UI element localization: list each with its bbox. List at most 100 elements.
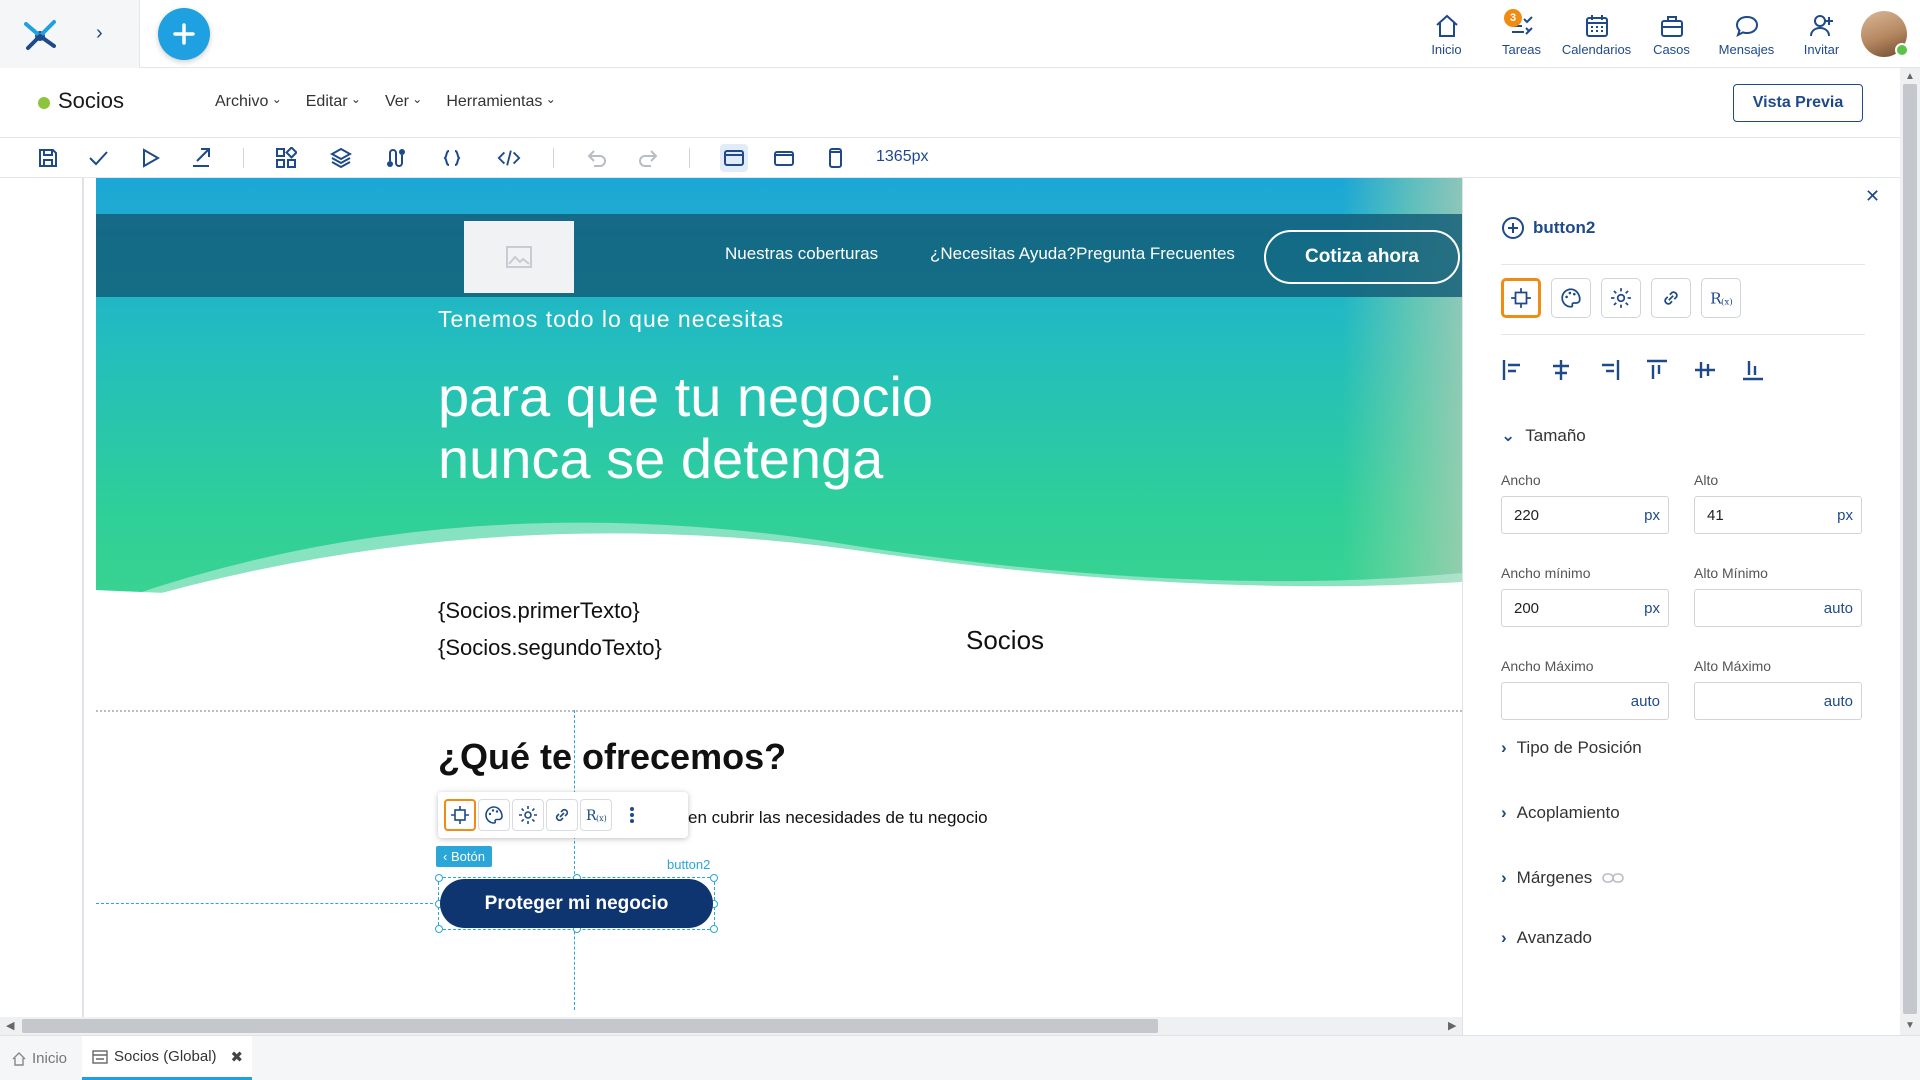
app-logo-icon[interactable] bbox=[18, 14, 58, 59]
settings-icon[interactable] bbox=[512, 799, 544, 831]
rules-icon[interactable]: R (x) bbox=[580, 799, 612, 831]
export-icon[interactable] bbox=[189, 146, 213, 170]
align-left-icon[interactable] bbox=[1501, 358, 1525, 382]
menu-herramientas[interactable]: Herramientas bbox=[446, 93, 555, 111]
unit-selector[interactable]: px bbox=[1644, 507, 1660, 524]
redo-icon[interactable] bbox=[636, 146, 660, 170]
scrollbar-thumb[interactable] bbox=[22, 1019, 1158, 1033]
offer-title[interactable]: ¿Qué te ofrecemos? bbox=[438, 736, 786, 778]
play-icon[interactable] bbox=[138, 146, 162, 170]
section-tamano[interactable]: ⌄ Tamaño bbox=[1501, 426, 1586, 446]
layers-icon[interactable] bbox=[329, 146, 353, 170]
scroll-right-icon[interactable]: ▶ bbox=[1448, 1019, 1456, 1032]
field-primer-texto[interactable]: {Socios.primerTexto} bbox=[438, 592, 662, 629]
tab-inicio[interactable]: Inicio bbox=[12, 1036, 78, 1080]
unit-selector[interactable]: px bbox=[1837, 507, 1853, 524]
alignment-guide-horizontal bbox=[96, 903, 438, 904]
nav-link-ayuda[interactable]: ¿Necesitas Ayuda?Pregunta Frecuentes bbox=[930, 244, 1235, 264]
save-icon[interactable] bbox=[36, 146, 60, 170]
bound-text-fields[interactable]: {Socios.primerTexto} {Socios.segundoText… bbox=[438, 592, 662, 666]
site-header[interactable]: Nuestras coberturas ¿Necesitas Ayuda?Pre… bbox=[96, 214, 1462, 297]
hero-section[interactable]: Nuestras coberturas ¿Necesitas Ayuda?Pre… bbox=[96, 178, 1462, 618]
tab-link[interactable] bbox=[1651, 278, 1691, 318]
expand-chevron-icon[interactable]: › bbox=[96, 22, 103, 45]
avatar[interactable] bbox=[1861, 11, 1909, 57]
parent-breadcrumb-tag[interactable]: ‹ Botón bbox=[436, 846, 492, 867]
design-canvas[interactable]: Nuestras coberturas ¿Necesitas Ayuda?Pre… bbox=[0, 178, 1462, 1017]
tab-settings[interactable] bbox=[1601, 278, 1641, 318]
menu-editar[interactable]: Editar bbox=[306, 93, 361, 111]
vertical-scrollbar[interactable]: ▲ ▼ bbox=[1900, 68, 1920, 1035]
svg-text:(x): (x) bbox=[1721, 297, 1733, 308]
section-tipo-posicion[interactable]: › Tipo de Posición bbox=[1501, 738, 1642, 758]
scroll-left-icon[interactable]: ◀ bbox=[6, 1019, 14, 1032]
menu-ver[interactable]: Ver bbox=[385, 93, 422, 111]
align-top-icon[interactable] bbox=[1645, 358, 1669, 382]
section-avanzado[interactable]: › Avanzado bbox=[1501, 928, 1592, 948]
braces-icon[interactable] bbox=[440, 146, 464, 170]
undo-icon[interactable] bbox=[585, 146, 609, 170]
unit-selector[interactable]: px bbox=[1644, 600, 1660, 617]
close-tab-icon[interactable]: ✖ bbox=[231, 1048, 244, 1066]
socios-label[interactable]: Socios bbox=[966, 625, 1044, 656]
palette-icon[interactable] bbox=[478, 799, 510, 831]
scrollbar-thumb[interactable] bbox=[1903, 84, 1917, 1014]
tab-style[interactable] bbox=[1551, 278, 1591, 318]
offer-text[interactable]: en cubrir las necesidades de tu negocio bbox=[688, 808, 988, 828]
close-icon[interactable]: ✕ bbox=[1865, 186, 1880, 207]
tab-socios-global[interactable]: Socios (Global) ✖ bbox=[82, 1036, 252, 1080]
nav-calendarios[interactable]: Calendarios bbox=[1559, 0, 1634, 68]
link-icon[interactable] bbox=[546, 799, 578, 831]
scroll-down-icon[interactable]: ▼ bbox=[1905, 1020, 1915, 1031]
nav-invitar[interactable]: Invitar bbox=[1784, 0, 1859, 68]
align-bottom-icon[interactable] bbox=[1741, 358, 1765, 382]
nav-inicio[interactable]: Inicio bbox=[1409, 0, 1484, 68]
alto-maximo-input[interactable]: auto bbox=[1694, 682, 1862, 720]
add-circle-icon[interactable] bbox=[1501, 216, 1525, 240]
more-options-icon[interactable] bbox=[616, 799, 648, 831]
move-icon bbox=[1511, 288, 1531, 308]
tab-layout[interactable] bbox=[1501, 278, 1541, 318]
flow-icon[interactable] bbox=[384, 146, 408, 170]
nav-link-coberturas[interactable]: Nuestras coberturas bbox=[725, 244, 878, 264]
mobile-view-icon[interactable] bbox=[823, 146, 847, 170]
code-icon[interactable] bbox=[497, 146, 521, 170]
align-center-h-icon[interactable] bbox=[1549, 358, 1573, 382]
tablet-view-icon[interactable] bbox=[772, 146, 796, 170]
check-icon[interactable] bbox=[86, 146, 110, 170]
preview-button[interactable]: Vista Previa bbox=[1733, 84, 1863, 122]
horizontal-scrollbar[interactable]: ◀ ▶ bbox=[0, 1017, 1462, 1035]
section-margenes[interactable]: › Márgenes bbox=[1501, 868, 1625, 888]
proteger-button[interactable]: Proteger mi negocio bbox=[440, 879, 713, 928]
align-middle-icon[interactable] bbox=[1693, 358, 1717, 382]
tab-rules[interactable]: R (x) bbox=[1701, 278, 1741, 318]
scroll-up-icon[interactable]: ▲ bbox=[1905, 71, 1915, 82]
alto-minimo-input[interactable]: auto bbox=[1694, 589, 1862, 627]
ancho-input[interactable]: 220 px bbox=[1501, 496, 1669, 534]
nav-mensajes[interactable]: Mensajes bbox=[1709, 0, 1784, 68]
page-preview[interactable]: Nuestras coberturas ¿Necesitas Ayuda?Pre… bbox=[96, 178, 1462, 1017]
menu-archivo[interactable]: Archivo bbox=[215, 93, 282, 111]
resize-handle[interactable] bbox=[435, 874, 443, 882]
move-icon[interactable] bbox=[444, 799, 476, 831]
components-icon[interactable] bbox=[274, 146, 298, 170]
resize-handle[interactable] bbox=[435, 925, 443, 933]
cotiza-button[interactable]: Cotiza ahora bbox=[1264, 230, 1460, 284]
ancho-minimo-input[interactable]: 200 px bbox=[1501, 589, 1669, 627]
chat-icon bbox=[1735, 15, 1758, 37]
resize-handle[interactable] bbox=[710, 925, 718, 933]
desktop-view-icon[interactable] bbox=[722, 146, 746, 170]
nav-tareas[interactable]: 3 Tareas bbox=[1484, 0, 1559, 68]
align-right-icon[interactable] bbox=[1597, 358, 1621, 382]
bottom-tab-bar: Inicio Socios (Global) ✖ bbox=[0, 1035, 1920, 1080]
add-button[interactable] bbox=[158, 8, 210, 60]
ancho-maximo-input[interactable]: auto bbox=[1501, 682, 1669, 720]
link-chain-icon[interactable] bbox=[1602, 872, 1625, 884]
image-placeholder[interactable] bbox=[464, 221, 574, 293]
section-acoplamiento[interactable]: › Acoplamiento bbox=[1501, 803, 1620, 823]
field-segundo-texto[interactable]: {Socios.segundoTexto} bbox=[438, 629, 662, 666]
resize-handle[interactable] bbox=[710, 874, 718, 882]
nav-casos[interactable]: Casos bbox=[1634, 0, 1709, 68]
alto-input[interactable]: 41 px bbox=[1694, 496, 1862, 534]
palette-icon bbox=[1561, 288, 1581, 308]
